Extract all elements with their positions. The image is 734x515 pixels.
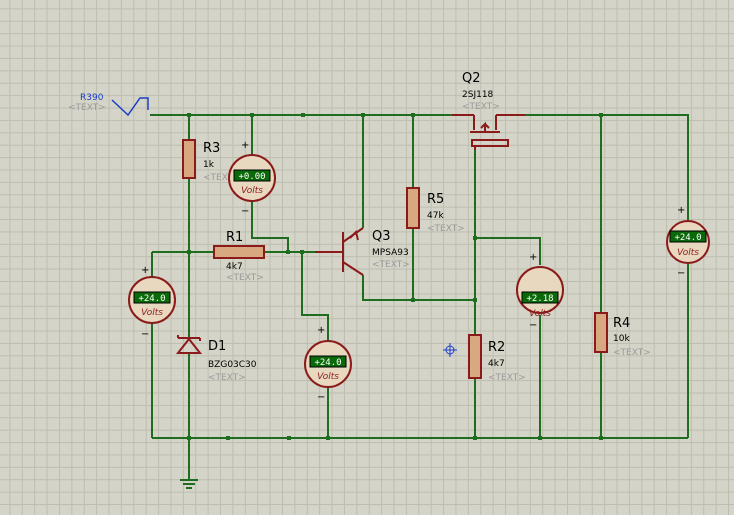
crosshair-icon [443, 343, 457, 357]
svg-text:−: − [241, 206, 249, 217]
meter-reading: +24.0 [314, 358, 341, 368]
r5-value: 47k [427, 211, 444, 221]
r2-ref: R2 [488, 340, 505, 355]
r2-text: <TEXT> [488, 373, 526, 383]
q3-ref: Q3 [372, 229, 391, 244]
meter-reading: +24.0 [138, 294, 165, 304]
d1-text: <TEXT> [208, 373, 246, 383]
transistor-q3[interactable]: Q3 MPSA93 <TEXT> [315, 227, 410, 276]
r4-text: <TEXT> [613, 348, 651, 358]
svg-text:−: − [677, 268, 685, 279]
q3-text: <TEXT> [372, 260, 410, 270]
schematic: R390 <TEXT> R3 1k <TEXT> R1 4k7 <TEXT> R… [68, 71, 710, 489]
q2-ref: Q2 [462, 71, 481, 86]
meter-reading: +2.18 [526, 294, 553, 304]
q2-value: 2SJ118 [462, 90, 494, 100]
r3-ref: R3 [203, 141, 220, 156]
resistor-r2[interactable]: R2 4k7 <TEXT> [468, 334, 526, 383]
d1-value: BZG03C30 [208, 360, 257, 370]
svg-text:+: + [529, 252, 537, 263]
generator-text: <TEXT> [68, 103, 106, 113]
r4-ref: R4 [613, 316, 630, 331]
meter-reading: +24.0 [674, 233, 701, 243]
generator-ref: R390 [80, 93, 104, 103]
r2-value: 4k7 [488, 359, 505, 369]
r1-ref: R1 [226, 230, 243, 245]
meter-unit: Volts [241, 186, 263, 196]
r5-ref: R5 [427, 192, 444, 207]
svg-text:+: + [141, 265, 149, 276]
r3-value: 1k [203, 160, 215, 170]
resistor-r5[interactable]: R5 47k <TEXT> [406, 187, 465, 234]
mosfet-q2[interactable]: Q2 2SJ118 <TEXT> [452, 71, 525, 150]
meter-unit: Volts [141, 308, 163, 318]
svg-text:−: − [141, 329, 149, 340]
r1-text: <TEXT> [226, 273, 264, 283]
meter-unit: Volts [317, 372, 339, 382]
meter-unit: Volts [677, 248, 699, 258]
svg-text:−: − [529, 320, 537, 331]
q3-value: MPSA93 [372, 248, 409, 258]
r5-text: <TEXT> [427, 224, 465, 234]
generator-r390[interactable]: R390 <TEXT> [68, 93, 149, 117]
r1-value: 4k7 [226, 262, 243, 272]
svg-text:+: + [241, 140, 249, 151]
q2-text: <TEXT> [462, 102, 500, 112]
resistor-r4[interactable]: R4 10k <TEXT> [594, 312, 651, 358]
svg-text:−: − [317, 392, 325, 403]
r4-value: 10k [613, 334, 630, 344]
d1-ref: D1 [208, 339, 226, 354]
svg-text:+: + [677, 205, 685, 216]
meter-reading: +0.00 [238, 172, 265, 182]
svg-text:+: + [317, 325, 325, 336]
meter-unit: Volts [529, 309, 551, 319]
